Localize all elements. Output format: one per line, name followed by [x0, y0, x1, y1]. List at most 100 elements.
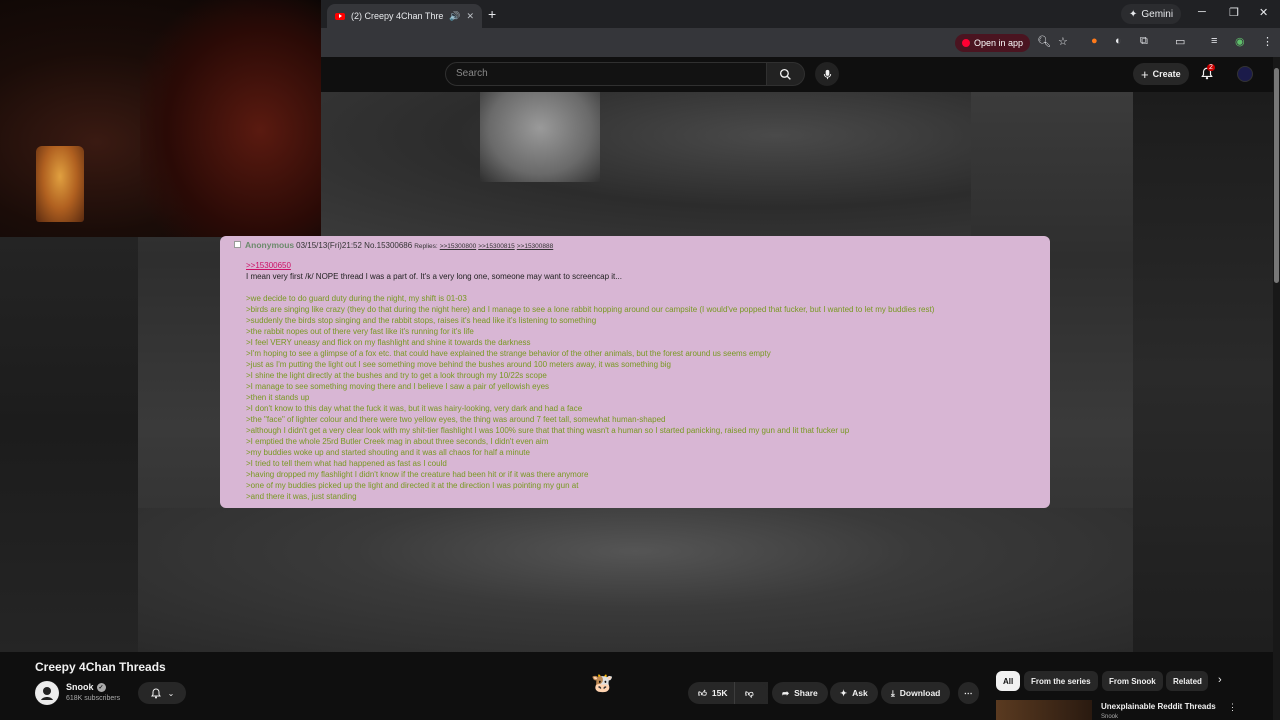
- greentext-line: >suddenly the birds stop singing and the…: [246, 316, 597, 325]
- greentext-line: >birds are singing like crazy (they do t…: [246, 305, 935, 314]
- video-title: Creepy 4Chan Threads: [35, 660, 166, 674]
- subscriber-count: 618K subscribers: [66, 695, 121, 702]
- greentext-line: >just as I'm putting the light out I see…: [246, 360, 671, 369]
- share-button[interactable]: ➦ Share: [772, 682, 828, 704]
- greentext-block: >we decide to do guard duty during the n…: [246, 293, 1050, 502]
- download-label: Download: [899, 688, 941, 698]
- open-in-app-label: Open in app: [974, 38, 1024, 48]
- search-input[interactable]: Search: [445, 62, 767, 86]
- greentext-line: >the "face" of lighter colour and there …: [246, 415, 666, 424]
- video-sky-patch: [480, 92, 600, 182]
- reply-link: >>15300815: [478, 243, 515, 250]
- more-actions-button[interactable]: ⋯: [958, 682, 979, 704]
- post-body: >>15300650 I mean very first /k/ NOPE th…: [234, 260, 1050, 502]
- cast-icon[interactable]: ▭: [1175, 35, 1185, 48]
- reply-link: >>15300888: [516, 243, 554, 250]
- microphone-icon: [823, 69, 831, 79]
- greentext-line: >I'm hoping to see a glimpse of a fox et…: [246, 349, 771, 358]
- post-intro: I mean very first /k/ NOPE thread I was …: [246, 272, 622, 281]
- greentext-line: >I tried to tell them what had happened …: [246, 459, 447, 468]
- channel-avatar[interactable]: [35, 681, 59, 705]
- recommendation-channel: Snook: [1101, 714, 1119, 720]
- search-icon: [779, 68, 791, 80]
- reply-link: >>15300800: [439, 243, 477, 250]
- extension-icon[interactable]: ◐: [1115, 35, 1122, 47]
- webcam-overlay: [0, 0, 321, 237]
- webcam-figure: [140, 0, 321, 237]
- chevron-right-icon[interactable]: ›: [1218, 674, 1222, 686]
- greentext-line: >I feel VERY uneasy and flick on my flas…: [246, 338, 531, 347]
- quote-link: >>15300650: [246, 261, 291, 270]
- voice-search-button[interactable]: [815, 62, 839, 86]
- recommendation-thumbnail[interactable]: [996, 700, 1092, 720]
- video-rocks-scene: [138, 508, 1133, 652]
- thumbs-down-icon: 👎︎: [745, 687, 754, 698]
- chip-from-snook[interactable]: From Snook: [1102, 671, 1163, 691]
- greentext-line: >then it stands up: [246, 393, 310, 402]
- youtube-app-icon: [962, 39, 970, 47]
- greentext-line: >we decide to do guard duty during the n…: [246, 294, 467, 303]
- download-button[interactable]: ⤓ Download: [881, 682, 951, 704]
- ask-button[interactable]: ✦ Ask: [830, 682, 878, 704]
- create-button[interactable]: + Create: [1133, 63, 1189, 85]
- verified-icon: ✓: [96, 682, 106, 692]
- sparkle-icon: ✦: [840, 687, 848, 698]
- greentext-line: >I don't know to this day what the fuck …: [246, 404, 583, 413]
- channel-name-row[interactable]: Snook ✓: [66, 682, 106, 692]
- forum-post-card: Anonymous 03/15/13(Fri)21:52 No.15300686…: [220, 236, 1050, 508]
- video-forest-scene: [321, 92, 971, 237]
- chip-related[interactable]: Related: [1166, 671, 1208, 691]
- puzzle-icon[interactable]: ⧉: [1140, 35, 1148, 48]
- greentext-line: >one of my buddies picked up the light a…: [246, 481, 579, 490]
- scrollbar-thumb[interactable]: [1274, 68, 1279, 283]
- greentext-line: >my buddies woke up and started shouting…: [246, 448, 530, 457]
- search-button[interactable]: [767, 62, 805, 86]
- minimize-icon[interactable]: ─: [1198, 6, 1206, 18]
- subscription-bell-button[interactable]: ⌄: [138, 682, 186, 704]
- greentext-line: >I emptied the whole 25rd Butler Creek m…: [246, 437, 549, 446]
- post-header: Anonymous 03/15/13(Fri)21:52 No.15300686…: [234, 240, 1050, 252]
- post-checkbox: [234, 241, 241, 248]
- share-label: Share: [794, 688, 818, 698]
- post-meta: 03/15/13(Fri)21:52 No.15300686: [296, 241, 413, 250]
- account-avatar[interactable]: [1237, 66, 1253, 82]
- chip-from-series[interactable]: From the series: [1024, 671, 1098, 691]
- gemini-button[interactable]: ✦ Gemini: [1121, 4, 1182, 24]
- channel-name[interactable]: Snook: [66, 682, 94, 692]
- recommendation-menu-icon[interactable]: ⋮: [1228, 702, 1237, 713]
- browser-tab[interactable]: (2) Creepy 4Chan Threads - 🔊 ✕: [327, 4, 482, 28]
- dislike-button[interactable]: 👎︎: [734, 682, 768, 704]
- post-replies-label: Replies:: [414, 243, 438, 250]
- chip-all[interactable]: All: [996, 671, 1021, 691]
- thumbs-up-icon: 👍︎: [698, 687, 707, 698]
- bookmark-star-icon[interactable]: ☆: [1058, 35, 1068, 48]
- restore-icon[interactable]: ❐: [1229, 6, 1239, 19]
- greentext-line: >and there it was, just standing: [246, 492, 357, 501]
- extension-fox-icon[interactable]: ●: [1091, 35, 1098, 47]
- notifications-badge: 2: [1207, 64, 1215, 71]
- close-tab-icon[interactable]: ✕: [466, 11, 474, 22]
- close-window-icon[interactable]: ✕: [1259, 6, 1268, 19]
- bell-icon: [150, 687, 161, 698]
- video-right-edge: [1133, 92, 1273, 652]
- like-count: 15K: [711, 688, 728, 698]
- ask-label: Ask: [852, 688, 868, 698]
- zoom-icon[interactable]: 🔍︎: [1037, 35, 1051, 48]
- youtube-favicon-icon: [335, 12, 345, 20]
- profile-icon[interactable]: ◉: [1235, 35, 1245, 48]
- open-in-app-button[interactable]: Open in app: [955, 34, 1031, 52]
- download-icon: ⤓: [891, 687, 895, 698]
- greentext-line: >I shine the light directly at the bushe…: [246, 371, 547, 380]
- sparkle-icon: ✦: [1129, 8, 1138, 20]
- browser-menu-icon[interactable]: ⋮: [1262, 35, 1273, 48]
- more-icon: ⋯: [964, 687, 973, 698]
- tab-title: (2) Creepy 4Chan Threads -: [351, 11, 444, 21]
- greentext-line: >having dropped my flashlight I didn't k…: [246, 470, 589, 479]
- speaker-icon[interactable]: 🔊: [449, 11, 460, 22]
- new-tab-button[interactable]: +: [488, 6, 496, 22]
- recommendation-title[interactable]: Unexplainable Reddit Threads: [1101, 702, 1216, 711]
- share-icon: ➦: [782, 687, 790, 698]
- channel-logo-icon: [36, 682, 58, 704]
- reading-list-icon[interactable]: ≡: [1211, 35, 1217, 47]
- lamp-image: [36, 146, 84, 222]
